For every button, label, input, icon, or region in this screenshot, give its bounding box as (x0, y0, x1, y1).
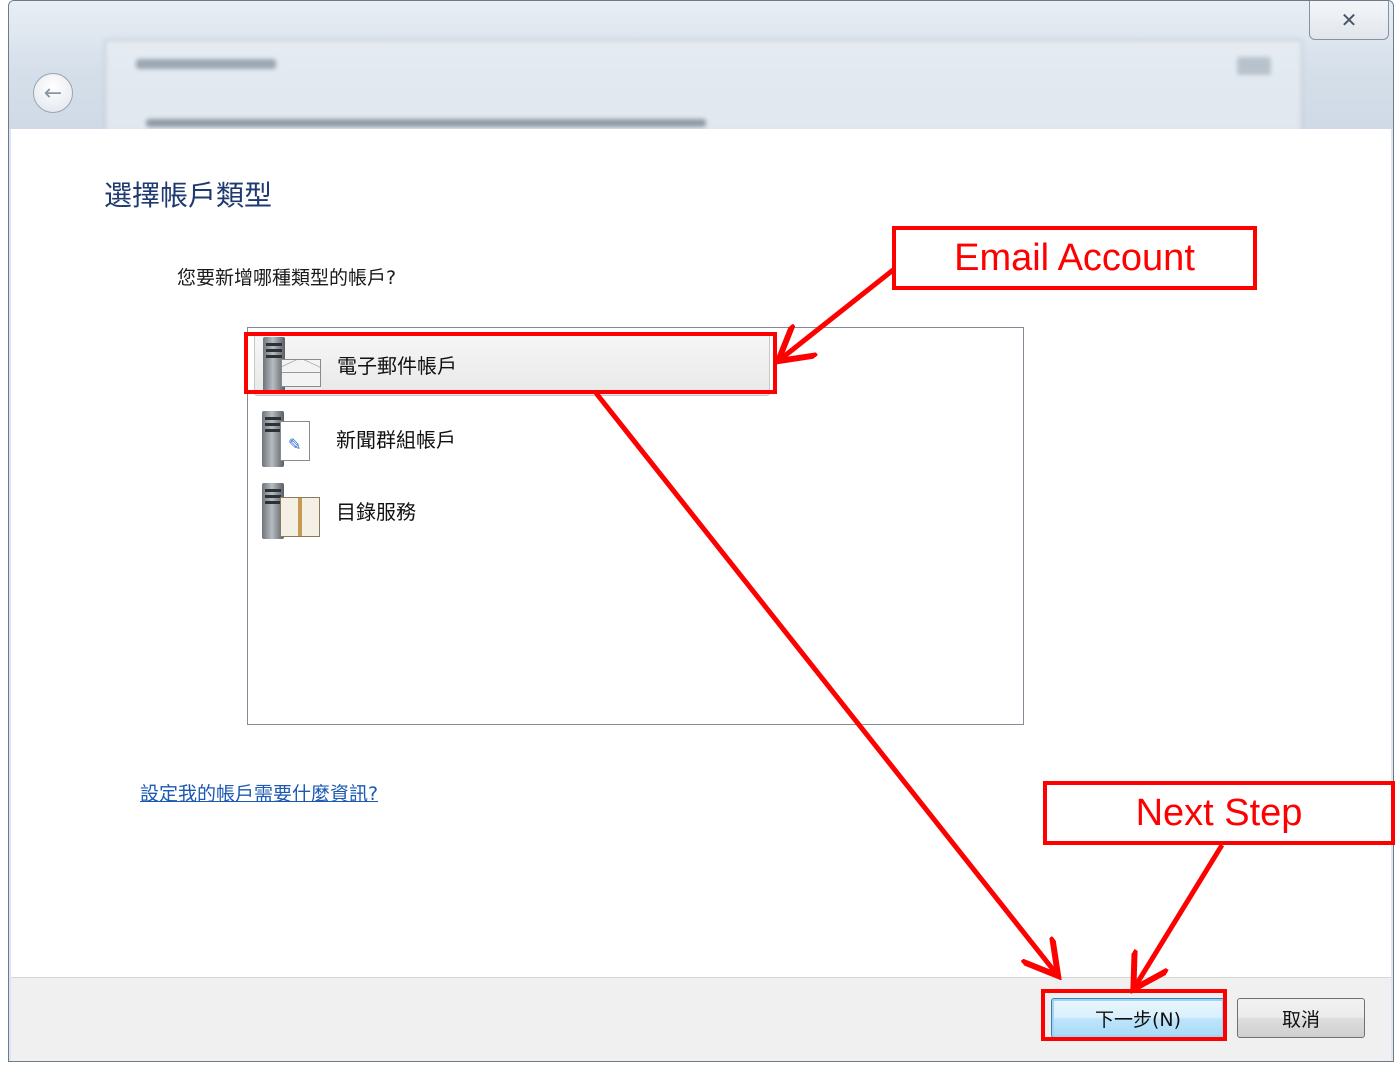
next-step-callout: Next Step (1043, 781, 1395, 845)
newsgroup-server-icon: ✎ (262, 407, 326, 469)
list-item-label: 目錄服務 (336, 499, 416, 524)
back-arrow-icon[interactable]: ← (33, 73, 73, 113)
directory-server-icon (262, 479, 326, 541)
cancel-button[interactable]: 取消 (1237, 998, 1365, 1038)
dialog-window: ← ✕ 選擇帳戶類型 您要新增哪種類型的帳戶? 電子郵件帳戶 ✎ 新聞群組帳戶 (8, 0, 1394, 1062)
next-button-highlight (1041, 989, 1227, 1041)
email-account-callout: Email Account (892, 226, 1257, 290)
account-type-question: 您要新增哪種類型的帳戶? (177, 267, 397, 289)
list-item-directory-service[interactable]: 目錄服務 (254, 478, 770, 542)
email-account-highlight (244, 332, 777, 394)
help-link[interactable]: 設定我的帳戶需要什麼資訊? (140, 779, 378, 806)
close-button[interactable]: ✕ (1309, 1, 1389, 40)
list-item-label: 新聞群組帳戶 (336, 427, 456, 452)
list-item-newsgroup-account[interactable]: ✎ 新聞群組帳戶 (254, 406, 770, 470)
page-title: 選擇帳戶類型 (104, 179, 273, 212)
title-bar: ← ✕ (9, 1, 1393, 153)
